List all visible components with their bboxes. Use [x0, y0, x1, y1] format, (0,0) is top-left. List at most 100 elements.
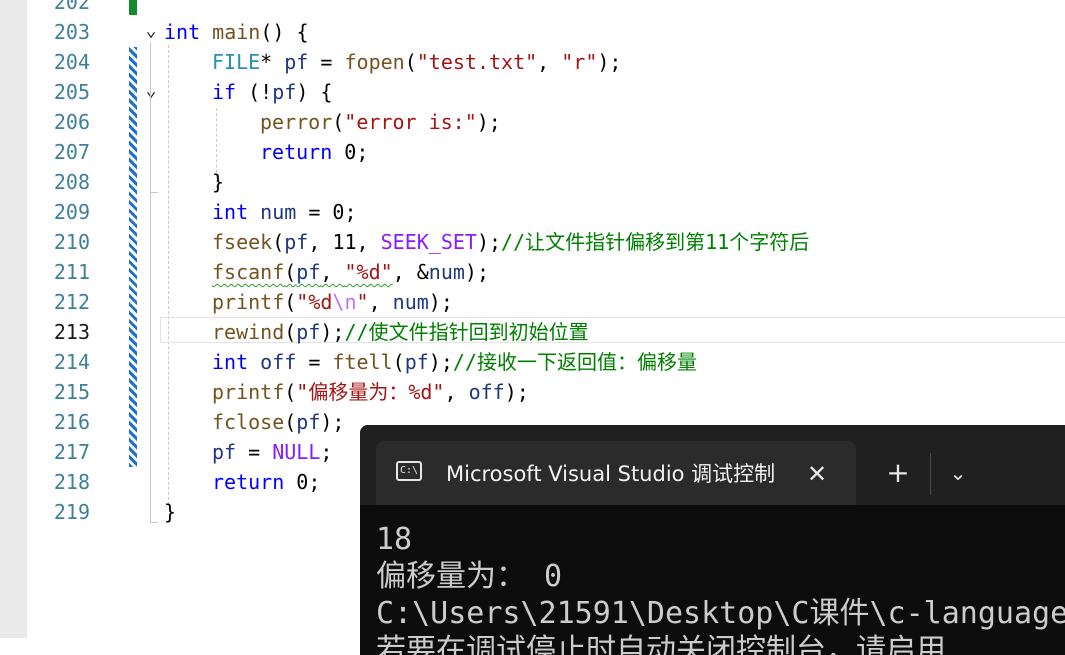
punct-token: );	[320, 320, 345, 344]
comment-token: //让文件指针偏移到第11个字符后	[501, 230, 810, 254]
punct-token: );	[504, 380, 529, 404]
console-output-line: 18	[376, 522, 413, 557]
editor-left-margin	[0, 0, 27, 638]
console-output-area[interactable]: 18 偏移量为： 0 C:\Users\21591\Desktop\C课件\c-…	[360, 505, 1065, 655]
code-line: }	[164, 497, 176, 527]
string-token: "error is:"	[344, 110, 477, 134]
fold-guide-end	[150, 522, 158, 523]
line-number: 203	[53, 20, 90, 44]
chevron-down-icon[interactable]: ⌄	[942, 455, 974, 491]
string-token: "%d	[296, 290, 333, 314]
macro-token: NULL	[272, 440, 321, 464]
console-titlebar[interactable]: C:\ Microsoft Visual Studio 调试控制台 ✕ + ⌄	[360, 425, 1065, 505]
variable-token: pf	[212, 440, 237, 464]
punct-token: (	[404, 50, 417, 74]
variable-token: num	[392, 290, 429, 314]
punct-token: (	[284, 320, 297, 344]
line-number: 204	[53, 50, 90, 74]
punct-token: }	[164, 500, 177, 524]
function-token: fclose	[212, 410, 285, 434]
code-line: }	[212, 167, 224, 197]
code-line: int main() {	[164, 17, 309, 47]
code-line: return 0;	[260, 137, 368, 167]
line-number: 211	[53, 260, 90, 284]
punct-token: ,	[444, 380, 469, 404]
close-icon[interactable]: ✕	[800, 457, 834, 491]
keyword-token: if	[212, 80, 237, 104]
punct-token: 0;	[332, 140, 369, 164]
punct-token: );	[428, 290, 453, 314]
punct-token: (	[332, 110, 345, 134]
function-token: printf	[212, 290, 285, 314]
punct-token: (	[284, 410, 297, 434]
string-token: "%d"	[344, 260, 393, 284]
line-number: 216	[53, 410, 90, 434]
code-line: fseek(pf, 11, SEEK_SET);//让文件指针偏移到第11个字符…	[212, 227, 809, 257]
collapse-chevron-icon[interactable]: ⌄	[141, 81, 161, 101]
variable-token: pf	[296, 320, 321, 344]
punct-token: *	[260, 50, 285, 74]
code-line-current: rewind(pf);//使文件指针回到初始位置	[212, 317, 589, 347]
keyword-token: return	[212, 470, 285, 494]
console-output-line: C:\Users\21591\Desktop\C课件\c-language	[376, 596, 1065, 631]
keyword-token: int	[212, 350, 249, 374]
function-token: ftell	[332, 350, 393, 374]
variable-token: off	[468, 380, 505, 404]
line-number: 209	[53, 200, 90, 224]
escape-token: \n	[332, 290, 357, 314]
line-number: 218	[53, 470, 90, 494]
line-number: 205	[53, 80, 90, 104]
type-token: FILE	[212, 50, 261, 74]
punct-token: ;	[320, 440, 333, 464]
collapse-chevron-icon[interactable]: ⌄	[141, 21, 161, 41]
debug-console-window[interactable]: C:\ Microsoft Visual Studio 调试控制台 ✕ + ⌄ …	[360, 425, 1065, 655]
variable-token: num	[260, 200, 297, 224]
line-number-current: 213	[53, 320, 90, 344]
variable-token: pf	[284, 50, 309, 74]
line-number: 217	[53, 440, 90, 464]
function-token: fopen	[344, 50, 405, 74]
keyword-token: int	[212, 200, 249, 224]
code-line: pf = NULL;	[212, 437, 332, 467]
keyword-token: return	[260, 140, 333, 164]
string-token: "r"	[561, 50, 598, 74]
function-token: main	[212, 20, 261, 44]
code-line: fscanf(pf, "%d", &num);	[212, 257, 489, 287]
punct-token: (!	[236, 80, 273, 104]
comment-token: //接收一下返回值：偏移量	[452, 350, 697, 374]
code-line: printf("%d\n", num);	[212, 287, 453, 317]
variable-token: pf	[296, 260, 321, 284]
string-token: "test.txt"	[416, 50, 538, 74]
code-line: int off = ftell(pf);//接收一下返回值：偏移量	[212, 347, 697, 377]
terminal-icon: C:\	[396, 461, 422, 481]
code-line: return 0;	[212, 467, 320, 497]
saved-change-marker	[129, 0, 137, 15]
variable-token: pf	[296, 410, 321, 434]
variable-token: pf	[272, 80, 297, 104]
console-output-line: 若要在调试停止时自动关闭控制台，请启用	[376, 633, 946, 655]
punct-token: ,	[368, 290, 393, 314]
line-number: 214	[53, 350, 90, 374]
code-line: fclose(pf);	[212, 407, 344, 437]
comment-token: //使文件指针回到初始位置	[344, 320, 589, 344]
unsaved-change-marker	[129, 47, 137, 467]
console-tab[interactable]: C:\ Microsoft Visual Studio 调试控制台 ✕	[376, 441, 856, 505]
fold-guide-end	[150, 192, 158, 193]
punct-token: }	[212, 170, 225, 194]
line-number: 207	[53, 140, 90, 164]
code-line: int num = 0;	[212, 197, 357, 227]
code-line: FILE* pf = fopen("test.txt", "r");	[212, 47, 621, 77]
punct-token: =	[296, 350, 333, 374]
variable-token: num	[428, 260, 465, 284]
code-line: perror("error is:");	[260, 107, 501, 137]
warning-squiggle[interactable]: fscanf(pf, "%d"	[212, 260, 393, 284]
function-token: rewind	[212, 320, 285, 344]
fold-guide-line	[150, 42, 151, 522]
punct-token: (	[272, 230, 285, 254]
function-token: fseek	[212, 230, 273, 254]
punct-token: ,	[320, 260, 345, 284]
new-tab-plus-icon[interactable]: +	[880, 455, 916, 491]
punct-token: );	[476, 230, 502, 254]
punct-token: , 11,	[308, 230, 381, 254]
punct-token: (	[392, 350, 405, 374]
